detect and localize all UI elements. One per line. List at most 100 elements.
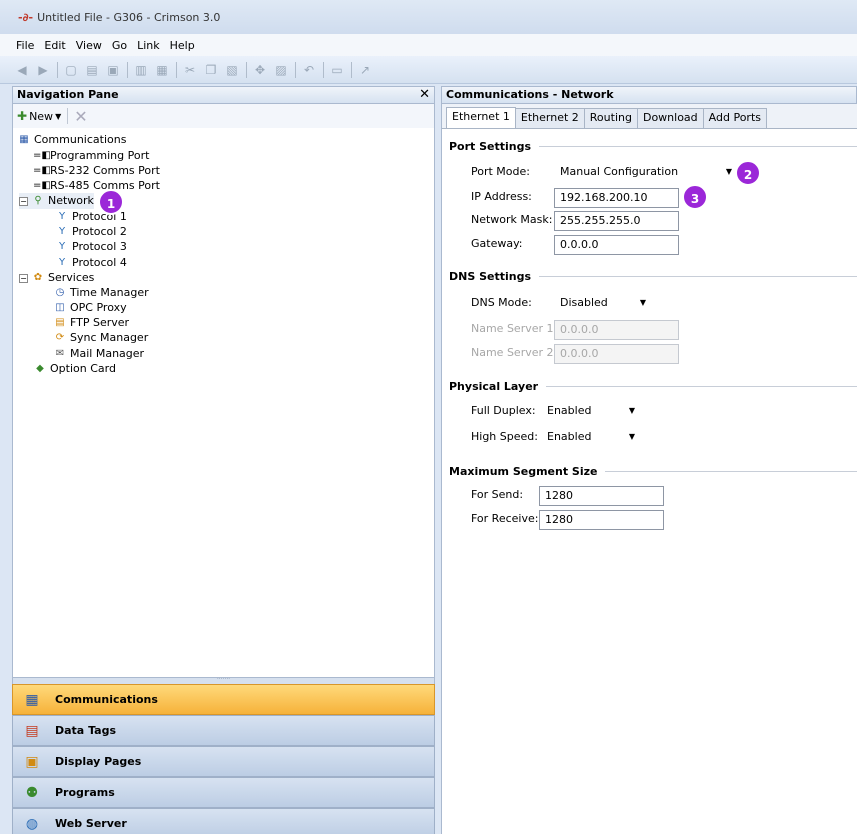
tab-routing[interactable]: Routing bbox=[583, 108, 638, 128]
download-icon[interactable]: ▥ bbox=[133, 62, 149, 78]
option-card-icon: ◆ bbox=[36, 363, 44, 374]
tree-item-label: Mail Manager bbox=[70, 347, 145, 360]
port-mode-select[interactable]: Manual Configuration ▼ bbox=[554, 162, 738, 182]
toolbar-separator bbox=[323, 61, 324, 78]
tree-item-label: Programming Port bbox=[50, 149, 150, 162]
tree-item-rs232[interactable]: =◧ RS-232 Comms Port bbox=[33, 163, 160, 179]
tree-item-label: Time Manager bbox=[70, 286, 149, 299]
protocol-icon: Y bbox=[58, 257, 66, 268]
port-settings-group: Port Settings bbox=[449, 139, 857, 153]
services-icon: ✿ bbox=[33, 272, 43, 283]
category-display-pages[interactable]: ▣ Display Pages bbox=[12, 746, 435, 777]
chevron-down-icon: ▼ bbox=[55, 111, 62, 121]
group-title: Physical Layer bbox=[449, 379, 539, 393]
mail-icon: ✉ bbox=[55, 348, 65, 359]
name-server-1-field: 0.0.0.0 bbox=[554, 320, 679, 340]
menu-link[interactable]: Link bbox=[137, 39, 160, 52]
group-divider bbox=[605, 470, 857, 472]
navigation-toolbar: ✚ New ▼ ✕ bbox=[12, 104, 435, 128]
tree-item-programming-port[interactable]: =◧ Programming Port bbox=[33, 148, 149, 164]
cut-icon[interactable]: ✂ bbox=[182, 62, 198, 78]
menu-view[interactable]: View bbox=[76, 39, 102, 52]
tab-download[interactable]: Download bbox=[636, 108, 704, 128]
collapse-icon[interactable]: − bbox=[19, 196, 28, 206]
physical-layer-group: Physical Layer bbox=[449, 379, 857, 393]
category-label: Web Server bbox=[55, 817, 127, 830]
paste-icon[interactable]: ▧ bbox=[224, 62, 240, 78]
ip-address-field[interactable]: 192.168.200.10 bbox=[554, 188, 679, 208]
dns-mode-value: Disabled bbox=[560, 296, 608, 309]
tab-add-ports[interactable]: Add Ports bbox=[702, 108, 767, 128]
back-icon[interactable]: ◀ bbox=[14, 62, 30, 78]
tree-item-communications[interactable]: ▦ Communications bbox=[17, 132, 126, 148]
full-duplex-select[interactable]: Enabled ▼ bbox=[541, 401, 641, 421]
window-icon[interactable]: ▭ bbox=[329, 62, 345, 78]
network-mask-field[interactable]: 255.255.255.0 bbox=[554, 211, 679, 231]
tree-item-services[interactable]: − ✿ Services bbox=[19, 270, 94, 286]
communications-icon: ▦ bbox=[19, 134, 29, 145]
tree-item-mail-manager[interactable]: ✉ Mail Manager bbox=[53, 346, 144, 362]
upload-icon[interactable]: ▦ bbox=[154, 62, 170, 78]
tree-item-ftp-server[interactable]: ▤ FTP Server bbox=[53, 315, 129, 331]
tree-item-label: OPC Proxy bbox=[70, 301, 127, 314]
copy-icon[interactable]: ❐ bbox=[203, 62, 219, 78]
opc-icon: ◫ bbox=[55, 302, 65, 313]
collapse-icon[interactable]: − bbox=[19, 273, 28, 283]
high-speed-select[interactable]: Enabled ▼ bbox=[541, 427, 641, 447]
communications-icon: ▦ bbox=[25, 691, 39, 708]
save-icon[interactable]: ▣ bbox=[105, 62, 121, 78]
new-button[interactable]: ✚ New ▼ bbox=[17, 109, 61, 123]
full-duplex-label: Full Duplex: bbox=[471, 404, 536, 417]
toolbar-separator bbox=[246, 61, 247, 78]
tree-item-label: Network bbox=[48, 194, 94, 207]
tree-item-opc-proxy[interactable]: ◫ OPC Proxy bbox=[53, 300, 127, 316]
navigation-pane-header: Navigation Pane ✕ bbox=[12, 86, 435, 104]
tree-item-label: FTP Server bbox=[70, 316, 130, 329]
toolbar-separator bbox=[127, 61, 128, 78]
for-receive-field[interactable]: 1280 bbox=[539, 510, 664, 530]
tree-item-label: Sync Manager bbox=[70, 331, 149, 344]
port-icon: =◧ bbox=[33, 165, 51, 176]
category-communications[interactable]: ▦ Communications bbox=[12, 684, 435, 715]
tree-item-sync-manager[interactable]: ⟳ Sync Manager bbox=[53, 330, 148, 346]
link-icon[interactable]: ↗ bbox=[357, 62, 373, 78]
menu-help[interactable]: Help bbox=[170, 39, 195, 52]
settings-panel: Port Settings Port Mode: Manual Configur… bbox=[441, 128, 857, 834]
print-icon[interactable]: ▨ bbox=[273, 62, 289, 78]
high-speed-value: Enabled bbox=[547, 430, 592, 443]
gateway-field[interactable]: 0.0.0.0 bbox=[554, 235, 679, 255]
category-label: Data Tags bbox=[55, 724, 116, 737]
for-send-field[interactable]: 1280 bbox=[539, 486, 664, 506]
menu-file[interactable]: File bbox=[16, 39, 34, 52]
find-icon[interactable]: ✥ bbox=[252, 62, 268, 78]
delete-icon[interactable]: ✕ bbox=[74, 107, 87, 126]
open-file-icon[interactable]: ▤ bbox=[84, 62, 100, 78]
undo-icon[interactable]: ↶ bbox=[301, 62, 317, 78]
menu-edit[interactable]: Edit bbox=[44, 39, 65, 52]
dns-mode-select[interactable]: Disabled ▼ bbox=[554, 293, 652, 313]
tree-item-protocol-3[interactable]: Y Protocol 3 bbox=[55, 239, 127, 255]
tab-ethernet-1[interactable]: Ethernet 1 bbox=[446, 107, 516, 129]
close-icon[interactable]: ✕ bbox=[419, 87, 430, 103]
toolbar-separator bbox=[67, 108, 69, 124]
menu-go[interactable]: Go bbox=[112, 39, 127, 52]
tree-item-option-card[interactable]: ◆ Option Card bbox=[33, 361, 116, 377]
tree-item-protocol-4[interactable]: Y Protocol 4 bbox=[55, 255, 127, 271]
new-file-icon[interactable]: ▢ bbox=[63, 62, 79, 78]
annotation-badge-3: 3 bbox=[682, 184, 708, 210]
network-mask-label: Network Mask: bbox=[471, 213, 553, 226]
category-data-tags[interactable]: ▤ Data Tags bbox=[12, 715, 435, 746]
tree-item-time-manager[interactable]: ◷ Time Manager bbox=[53, 285, 149, 301]
menu-bar: File Edit View Go Link Help bbox=[0, 34, 857, 56]
tree-item-protocol-2[interactable]: Y Protocol 2 bbox=[55, 224, 127, 240]
category-web-server[interactable]: ◍ Web Server bbox=[12, 808, 435, 834]
tree-item-rs485[interactable]: =◧ RS-485 Comms Port bbox=[33, 178, 160, 194]
tab-ethernet-2[interactable]: Ethernet 2 bbox=[514, 108, 585, 128]
category-programs[interactable]: ⚉ Programs bbox=[12, 777, 435, 808]
toolbar-separator bbox=[295, 61, 296, 78]
tree-item-label: Protocol 2 bbox=[72, 225, 127, 238]
tree-item-label: RS-232 Comms Port bbox=[50, 164, 160, 177]
title-bar: -∂- Untitled File - G306 - Crimson 3.0 bbox=[0, 0, 857, 34]
forward-icon[interactable]: ▶ bbox=[35, 62, 51, 78]
tree-item-network[interactable]: − ⚲ Network bbox=[19, 193, 94, 209]
